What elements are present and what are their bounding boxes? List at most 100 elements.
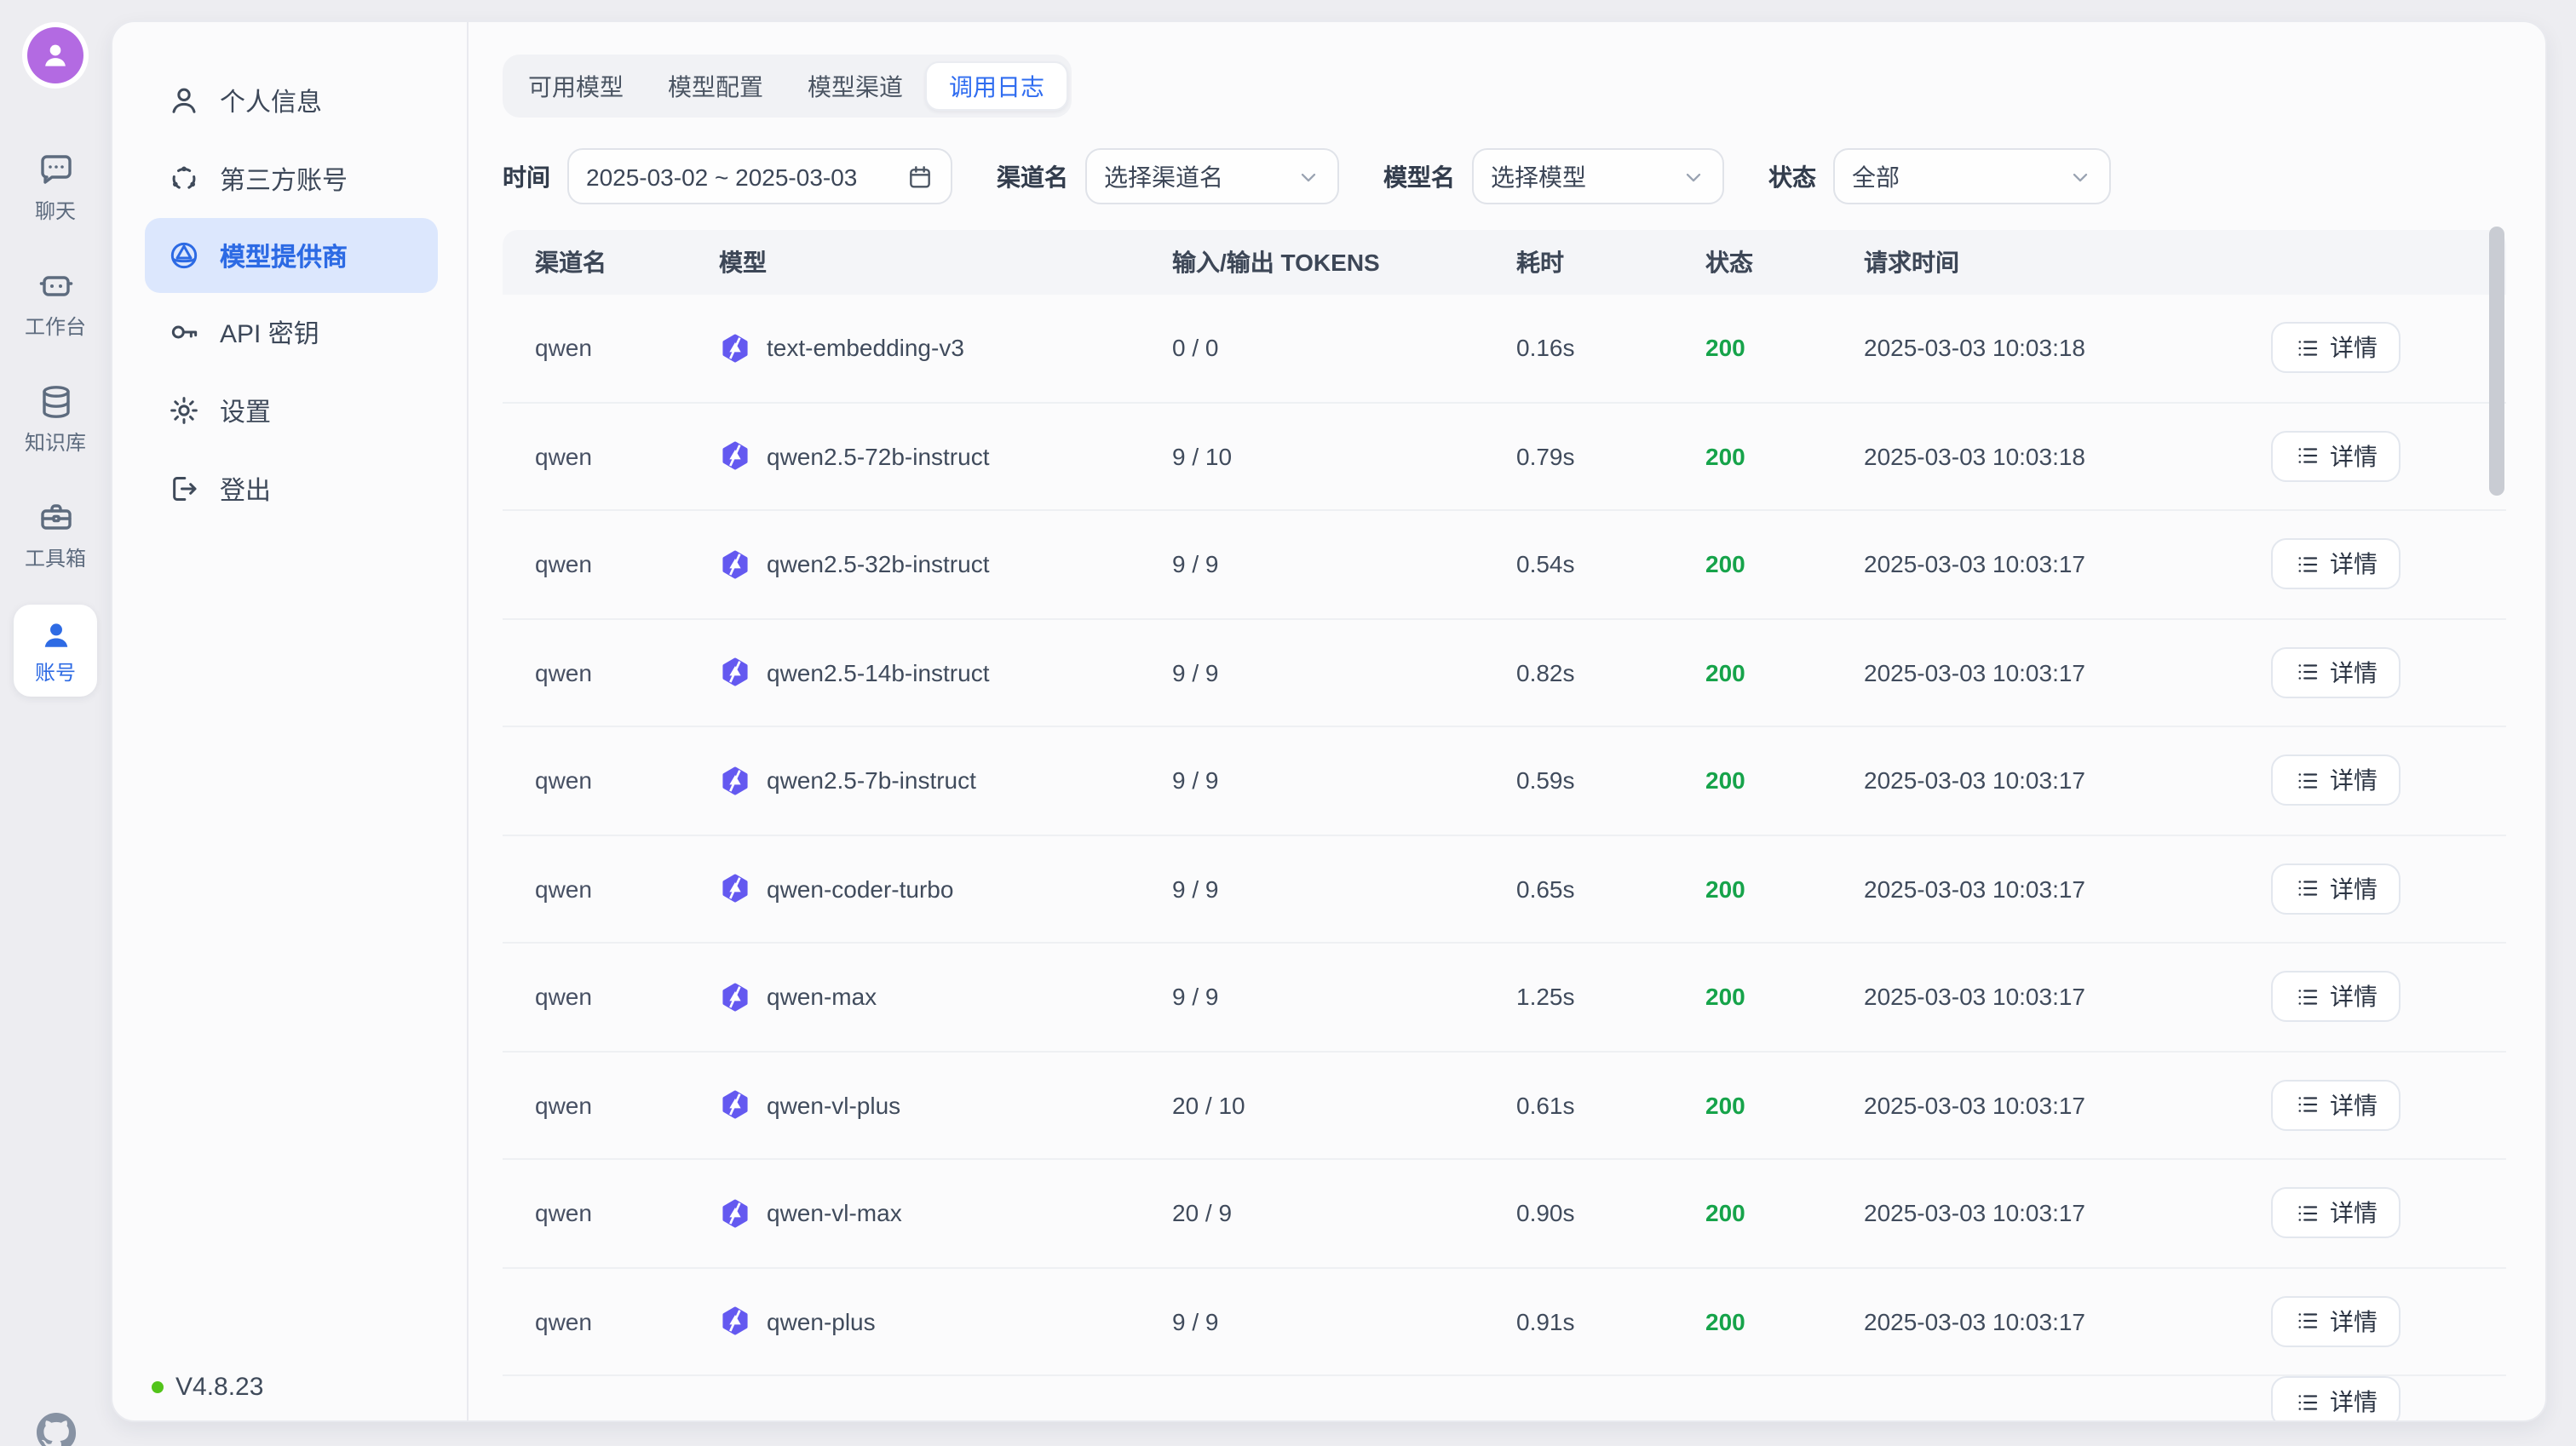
detail-button[interactable]: 详情 (2271, 1376, 2401, 1422)
rail-item-knowledge[interactable]: 知识库 (0, 382, 111, 456)
table-row: qwen qwen2.5-72b-instruct 9 / 10 0.79s 2… (503, 403, 2506, 511)
tab-model-config[interactable]: 模型配置 (646, 61, 785, 111)
rail-item-chat[interactable]: 聊天 (0, 150, 111, 225)
sidebar-item-model-providers[interactable]: 模型提供商 (145, 218, 438, 293)
main-card: 个人信息 第三方账号 模型提供商 API 密钥 (111, 20, 2547, 1422)
detail-button[interactable]: 详情 (2271, 539, 2401, 590)
header-model: 模型 (719, 245, 1172, 279)
model-cell: qwen2.5-14b-instruct (719, 657, 1172, 689)
model-cell: qwen-vl-plus (719, 1089, 1172, 1122)
channel-cell: qwen (503, 984, 719, 1011)
tab-available-models[interactable]: 可用模型 (506, 61, 646, 111)
sidebar-item-settings[interactable]: 设置 (112, 371, 467, 450)
filter-bar: 时间 2025-03-02 ~ 2025-03-03 渠道名 选择渠道名 (503, 148, 2506, 204)
version-label: V4.8.23 (175, 1373, 263, 1402)
main-content: 可用模型 模型配置 模型渠道 调用日志 时间 2025-03-02 ~ 2025… (469, 22, 2547, 1420)
detail-button-label: 详情 (2330, 1196, 2378, 1231)
detail-button[interactable]: 详情 (2271, 972, 2401, 1023)
action-cell: 详情 (2234, 972, 2506, 1023)
duration-cell: 0.90s (1516, 1200, 1705, 1227)
list-icon (2294, 768, 2320, 794)
sidebar-item-api-keys[interactable]: API 密钥 (112, 293, 467, 371)
avatar[interactable] (27, 27, 83, 83)
detail-button[interactable]: 详情 (2271, 647, 2401, 698)
tokens-cell: 9 / 9 (1172, 767, 1516, 795)
detail-button-label: 详情 (2330, 656, 2378, 690)
channel-cell: qwen (503, 443, 719, 470)
status-dot (152, 1381, 164, 1393)
status-badge: 200 (1705, 984, 1864, 1011)
detail-button-label: 详情 (2330, 331, 2378, 365)
status-badge: 200 (1705, 1200, 1864, 1227)
qwen-model-icon (719, 548, 751, 581)
request-time-cell: 2025-03-03 10:03:17 (1864, 875, 2234, 903)
qwen-model-icon (719, 332, 751, 364)
duration-cell: 0.16s (1516, 335, 1705, 362)
list-icon (2294, 1309, 2320, 1334)
chevron-down-icon (1682, 164, 1705, 188)
status-label: 状态 (1768, 159, 1816, 193)
table-row: qwen text-embedding-v3 0 / 0 0.16s 200 2… (503, 295, 2506, 403)
tab-model-channels[interactable]: 模型渠道 (785, 61, 925, 111)
detail-button[interactable]: 详情 (2271, 755, 2401, 806)
duration-cell: 0.61s (1516, 1092, 1705, 1119)
status-select[interactable]: 全部 (1833, 148, 2111, 204)
model-cell: qwen2.5-32b-instruct (719, 548, 1172, 581)
rail-item-toolbox[interactable]: 工具箱 (0, 497, 111, 572)
channel-cell: qwen (503, 659, 719, 686)
date-range-picker[interactable]: 2025-03-02 ~ 2025-03-03 (567, 148, 952, 204)
tokens-cell: 9 / 9 (1172, 659, 1516, 686)
detail-button[interactable]: 详情 (2271, 1296, 2401, 1347)
status-badge: 200 (1705, 551, 1864, 578)
qwen-model-icon (719, 981, 751, 1013)
tab-call-logs[interactable]: 调用日志 (925, 61, 1068, 111)
tokens-cell: 20 / 10 (1172, 1092, 1516, 1119)
channel-cell: qwen (503, 335, 719, 362)
model-name: text-embedding-v3 (767, 335, 964, 362)
sidebar-item-logout[interactable]: 登出 (112, 450, 467, 528)
toolbox-icon (35, 497, 76, 538)
model-name: qwen2.5-7b-instruct (767, 767, 976, 795)
list-icon (2294, 1201, 2320, 1226)
detail-button[interactable]: 详情 (2271, 864, 2401, 915)
rail-item-workbench[interactable]: 工作台 (0, 266, 111, 341)
channel-select-value: 选择渠道名 (1104, 159, 1297, 193)
detail-button-label: 详情 (2330, 439, 2378, 473)
sidebar-item-profile[interactable]: 个人信息 (112, 61, 467, 140)
list-icon (2294, 1093, 2320, 1118)
request-time-cell: 2025-03-03 10:03:17 (1864, 659, 2234, 686)
channel-select[interactable]: 选择渠道名 (1085, 148, 1339, 204)
version-badge: V4.8.23 (152, 1373, 263, 1402)
sidebar-item-label: API 密钥 (220, 314, 319, 350)
header-tokens: 输入/输出 TOKENS (1172, 245, 1516, 279)
qwen-model-icon (719, 440, 751, 473)
time-filter: 时间 2025-03-02 ~ 2025-03-03 (503, 148, 952, 204)
list-icon (2294, 876, 2320, 902)
rail-item-label: 工作台 (25, 312, 86, 341)
list-icon (2294, 552, 2320, 577)
status-select-value: 全部 (1852, 159, 2068, 193)
model-select[interactable]: 选择模型 (1472, 148, 1724, 204)
github-icon[interactable] (36, 1412, 77, 1446)
duration-cell: 0.79s (1516, 443, 1705, 470)
person-icon (167, 83, 201, 118)
model-cell: qwen-max (719, 981, 1172, 1013)
detail-button[interactable]: 详情 (2271, 1188, 2401, 1239)
model-name: qwen-max (767, 984, 877, 1011)
request-time-cell: 2025-03-03 10:03:17 (1864, 1200, 2234, 1227)
detail-button[interactable]: 详情 (2271, 1080, 2401, 1131)
status-badge: 200 (1705, 443, 1864, 470)
sidebar-item-third-party[interactable]: 第三方账号 (112, 140, 467, 218)
key-icon (167, 315, 201, 349)
person-icon (39, 39, 72, 72)
qwen-model-icon (719, 1305, 751, 1338)
calendar-icon (906, 163, 934, 190)
rail-item-account-active[interactable]: 账号 (14, 605, 97, 697)
table-row: qwen qwen2.5-14b-instruct 9 / 9 0.82s 20… (503, 619, 2506, 727)
vertical-scrollbar[interactable] (2489, 227, 2504, 496)
tokens-cell: 9 / 9 (1172, 984, 1516, 1011)
detail-button-label: 详情 (2330, 980, 2378, 1014)
request-time-cell: 2025-03-03 10:03:17 (1864, 1092, 2234, 1119)
detail-button[interactable]: 详情 (2271, 431, 2401, 482)
detail-button[interactable]: 详情 (2271, 323, 2401, 374)
